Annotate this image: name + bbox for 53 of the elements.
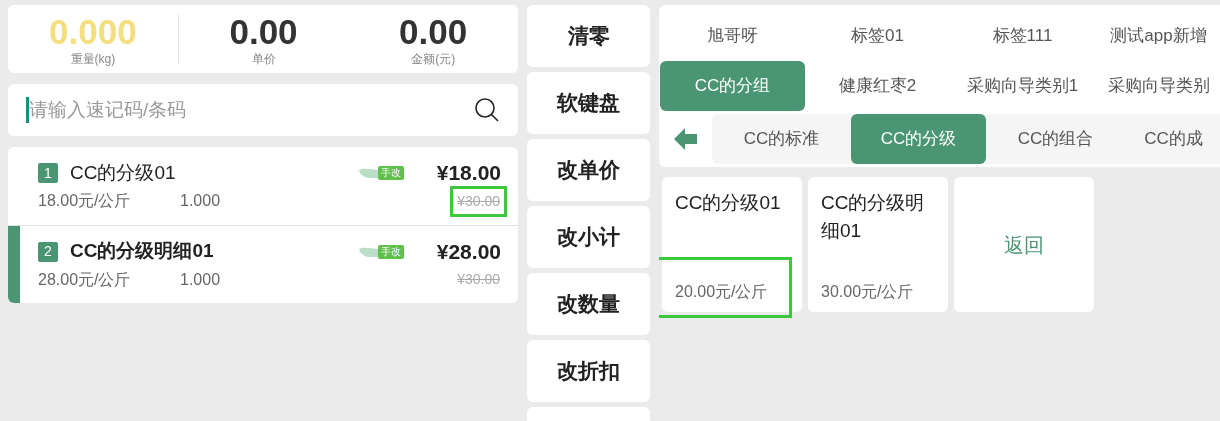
item-price: ¥28.00 [436,238,501,265]
unit-price: 18.00元/公斤 [38,191,132,211]
manual-tag: 手改 [377,166,404,180]
order-row[interactable]: 1 CC的分级01 手改 ¥18.00 18.00元/公斤 1.000 ¥30.00 [8,147,518,225]
tab[interactable]: 测试app新增 [1095,13,1220,58]
product-price: 30.00元/公斤 [821,282,915,302]
tab[interactable]: 标签111 [950,13,1095,58]
product-name: CC的分级01 [675,191,782,215]
reading-value: 0.00 [399,12,468,51]
manual-tag: 手改 [377,244,404,259]
order-row-selected[interactable]: 2 CC的分级明细01 手改 ¥28.00 28.00元/公斤 1.000 ¥30.00 [8,225,518,303]
back-arrow-icon[interactable] [674,128,698,150]
product-name: CC的分级明细01 [821,191,926,243]
tab[interactable]: CC的标准 [712,114,851,164]
tab[interactable]: 健康红枣2 [805,61,950,111]
action-button[interactable]: 改折扣 [527,340,650,402]
tab[interactable]: 采购向导类别 [1095,61,1220,111]
index-badge: 1 [38,163,58,183]
product-card[interactable]: CC的分级明细01 30.00元/公斤 [808,177,948,312]
reading-label: 重量(kg) [70,51,116,66]
action-button[interactable]: 改单价 [527,139,650,201]
action-button[interactable]: 改小计 [527,206,650,268]
action-button[interactable]: 改数量 [527,273,650,335]
unit-price: 28.00元/公斤 [38,269,132,290]
tab[interactable]: 标签01 [805,13,950,58]
product-price: 20.00元/公斤 [675,282,769,302]
text-cursor [26,97,29,123]
search-bar[interactable]: 请输入速记码/条码 [8,84,518,136]
item-name: CC的分级明细01 [70,239,215,264]
reading-label: 单价 [251,51,276,66]
tab[interactable]: CC的组合 [986,114,1125,164]
tab[interactable]: 采购向导类别1 [950,61,1095,111]
search-input[interactable]: 请输入速记码/条码 [29,95,474,125]
tab[interactable]: CC的分级 [851,114,986,164]
item-name: CC的分级01 [70,160,177,185]
reading-value: 0.000 [49,12,137,51]
hand-icon [357,166,378,180]
reading-value: 0.00 [229,12,298,51]
quantity: 1.000 [180,191,222,211]
original-price: ¥30.00 [450,185,507,217]
index-badge: 2 [38,241,58,262]
reading-label: 金额(元) [411,51,456,66]
tab[interactable]: CC的成 [1125,114,1220,164]
product-card[interactable]: CC的分级01 20.00元/公斤 [662,177,802,312]
action-button[interactable]: 清零 [527,5,650,67]
quantity: 1.000 [180,269,222,290]
search-icon[interactable] [474,97,500,123]
tab[interactable]: CC的分组 [660,61,805,111]
item-price: ¥18.00 [436,160,501,187]
original-price: ¥30.00 [456,270,501,289]
action-button[interactable]: 软键盘 [527,72,650,134]
tab[interactable]: 旭哥呀 [660,13,805,58]
back-card[interactable]: 返回 [954,177,1094,312]
